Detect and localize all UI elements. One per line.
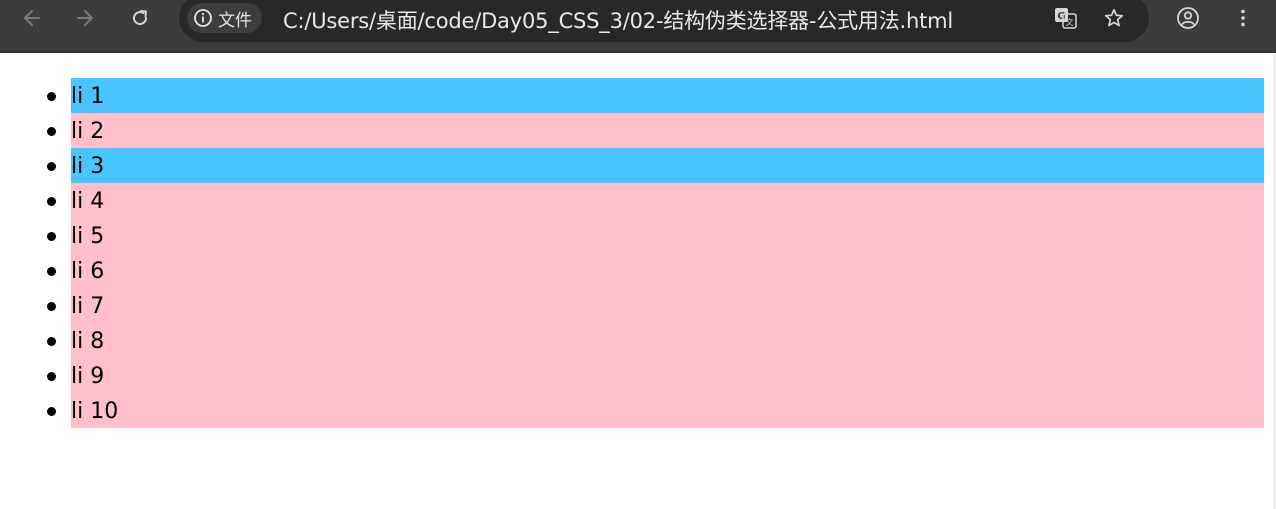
bullet-icon bbox=[47, 127, 56, 136]
kebab-menu-icon bbox=[1241, 9, 1245, 27]
list-item-label: li 8 bbox=[71, 329, 105, 354]
svg-text:文: 文 bbox=[1066, 17, 1074, 27]
bullet-icon bbox=[47, 232, 56, 241]
list-item: li 8 bbox=[47, 323, 1264, 358]
bullet-icon bbox=[47, 197, 56, 206]
arrow-left-icon bbox=[24, 10, 40, 26]
list-item: li 4 bbox=[47, 183, 1264, 218]
address-bar[interactable]: 文件 C:/Users/桌面/code/Day05_CSS_3/02-结构伪类选… bbox=[179, 0, 1149, 42]
bullet-icon bbox=[47, 407, 56, 416]
back-button[interactable] bbox=[14, 0, 50, 36]
bullet-icon bbox=[47, 372, 56, 381]
list-item: li 3 bbox=[47, 148, 1264, 183]
list-item: li 9 bbox=[47, 358, 1264, 393]
bullet-icon bbox=[47, 92, 56, 101]
menu-button[interactable] bbox=[1225, 0, 1261, 36]
site-info-chip[interactable]: 文件 bbox=[187, 3, 262, 33]
list-item-label: li 10 bbox=[71, 399, 119, 424]
svg-text:G: G bbox=[1057, 11, 1065, 22]
bookmark-button[interactable] bbox=[1096, 0, 1132, 36]
list-item: li 2 bbox=[47, 113, 1264, 148]
bullet-icon bbox=[47, 337, 56, 346]
star-icon bbox=[1104, 8, 1124, 27]
bullet-icon bbox=[47, 302, 56, 311]
site-info-label: 文件 bbox=[218, 10, 252, 31]
translate-button[interactable]: G 文 bbox=[1048, 0, 1084, 36]
item-list: li 1 li 2 li 3 li 4 li 5 li 6 li 7 li 8 li 9 li 1… bbox=[47, 78, 1264, 428]
reload-button[interactable] bbox=[122, 0, 158, 36]
arrow-right-icon bbox=[77, 10, 93, 26]
reload-icon bbox=[133, 10, 148, 26]
forward-button[interactable] bbox=[67, 0, 103, 36]
list-item-label: li 2 bbox=[71, 119, 105, 144]
profile-button[interactable] bbox=[1170, 0, 1206, 36]
list-item-label: li 3 bbox=[71, 154, 105, 179]
list-item-label: li 7 bbox=[71, 294, 105, 319]
info-icon bbox=[194, 9, 212, 27]
browser-toolbar: 文件 C:/Users/桌面/code/Day05_CSS_3/02-结构伪类选… bbox=[0, 0, 1276, 53]
page-content: li 1 li 2 li 3 li 4 li 5 li 6 li 7 li 8 li 9 li 1… bbox=[0, 53, 1276, 509]
list-item-label: li 9 bbox=[71, 364, 105, 389]
list-item: li 6 bbox=[47, 253, 1264, 288]
list-item-label: li 1 bbox=[71, 84, 105, 109]
list-item: li 10 bbox=[47, 393, 1264, 428]
url-text[interactable]: C:/Users/桌面/code/Day05_CSS_3/02-结构伪类选择器-… bbox=[283, 5, 953, 35]
bullet-icon bbox=[47, 162, 56, 171]
list-item: li 7 bbox=[47, 288, 1264, 323]
list-item: li 5 bbox=[47, 218, 1264, 253]
list-item: li 1 bbox=[47, 78, 1264, 113]
list-item-label: li 4 bbox=[71, 189, 105, 214]
list-item-label: li 6 bbox=[71, 259, 105, 284]
bullet-icon bbox=[47, 267, 56, 276]
translate-icon: G 文 bbox=[1055, 8, 1077, 29]
list-item-label: li 5 bbox=[71, 224, 105, 249]
account-icon bbox=[1177, 7, 1199, 29]
